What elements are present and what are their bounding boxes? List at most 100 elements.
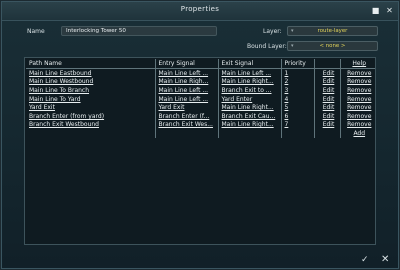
table-cell: Edit [314,111,341,121]
exit-signal-link[interactable]: Branch Exit Cau... [222,113,276,120]
table-row[interactable]: Branch Exit Westbound Branch Exit Wes... M… [26,120,375,130]
priority-link[interactable]: 1 [285,70,289,77]
table-cell: 4 [281,94,315,104]
table-cell: Remove [340,121,375,130]
table-row[interactable]: Main Line Westbound Main Line Righ... Main… [26,77,375,87]
edit-link[interactable]: Edit [323,78,335,85]
remove-link[interactable]: Remove [347,121,371,128]
edit-link[interactable]: Edit [323,87,335,94]
edit-link[interactable]: Edit [323,113,335,120]
table-cell: Main Line Left ... [218,68,282,78]
remove-link[interactable]: Remove [347,113,371,120]
priority-link[interactable]: 3 [285,87,289,94]
table-cell: Main Line Righ... [155,77,219,87]
table-row[interactable]: Main Line To Branch Main Line Left ... Bra… [26,86,375,95]
priority-link[interactable]: 5 [285,104,289,111]
path-name-link[interactable]: Main Line Westbound [29,78,93,85]
exit-signal-link[interactable]: Main Line Right... [222,104,274,111]
path-name-link[interactable]: Main Line Eastbound [29,70,91,77]
table-cell: 1 [281,68,315,78]
dropdown-arrow-icon: ▾ [291,28,294,34]
properties-dialog: Properties ■ ✕ Name Interlocking Tower 5… [1,1,399,269]
entry-signal-link[interactable]: Branch Exit Wes... [159,121,213,128]
entry-signal-link[interactable]: Main Line Left ... [159,70,209,77]
edit-link[interactable]: Edit [323,70,335,77]
priority-link[interactable]: 7 [285,121,289,128]
table-cell: Edit [314,86,341,95]
paths-table: Path Name Entry Signal Exit Signal Prior… [26,59,375,138]
table-cell: Branch Enter (f... [155,111,219,121]
add-link[interactable]: Add [353,130,365,137]
edit-link[interactable]: Edit [323,121,335,128]
window-title: Properties [180,5,220,13]
path-name-link[interactable]: Branch Enter (from yard) [29,113,104,120]
exit-signal-link[interactable]: Main Line Right... [222,121,274,128]
exit-signal-link[interactable]: Main Line Right... [222,78,274,85]
path-name-link[interactable]: Main Line To Branch [29,87,89,94]
table-cell [155,129,219,138]
entry-signal-link[interactable]: Main Line Righ... [159,78,209,85]
cancel-button[interactable]: ✕ [381,254,389,265]
exit-signal-link[interactable]: Main Line Left ... [222,70,272,77]
table-cell: Main Line To Branch [26,86,156,95]
remove-link[interactable]: Remove [347,104,371,111]
table-cell [218,129,282,138]
bound-layer-select[interactable]: ▾ < none > [287,41,378,51]
title-bar[interactable]: Properties ■ ✕ [2,2,398,21]
name-field[interactable]: Interlocking Tower 50 [61,26,217,36]
table-cell: Edit [314,103,341,112]
exit-signal-link[interactable]: Branch Exit to ... [222,87,272,94]
table-cell: Main Line Westbound [26,77,156,87]
layer-label: Layer: [263,28,282,35]
bound-layer-label: Bound Layer: [247,43,287,50]
remove-link[interactable]: Remove [347,78,371,85]
priority-link[interactable]: 2 [285,78,289,85]
ok-button[interactable]: ✓ [361,255,369,265]
table-cell: Branch Exit to ... [218,86,282,95]
table-cell: Main Line Right... [218,103,282,112]
path-name-link[interactable]: Yard Exit [29,104,55,111]
table-row[interactable]: Main Line Eastbound Main Line Left ... Mai… [26,68,375,78]
remove-link[interactable]: Remove [347,96,371,103]
help-link[interactable]: Help [340,59,375,69]
table-cell: Main Line Right... [218,77,282,87]
paths-table-container: Path Name Entry Signal Exit Signal Prior… [24,57,376,245]
priority-link[interactable]: 6 [285,113,289,120]
table-cell: 6 [281,111,315,121]
exit-signal-link[interactable]: Yard Enter [222,96,253,103]
table-row[interactable]: Branch Enter (from yard) Branch Enter (f.… [26,111,375,121]
table-row[interactable]: Main Line To Yard Main Line Left ... Yard … [26,94,375,104]
table-cell: Main Line Right... [218,120,282,130]
entry-signal-link[interactable]: Main Line Left ... [159,87,209,94]
table-row[interactable]: Yard Exit Yard Exit Main Line Right... 5 Edi… [26,103,375,112]
priority-link[interactable]: 4 [285,96,289,103]
table-header-row: Path Name Entry Signal Exit Signal Prior… [26,59,375,69]
edit-link[interactable]: Edit [323,96,335,103]
column-header-path-name: Path Name [26,59,156,69]
entry-signal-link[interactable]: Yard Exit [159,104,185,111]
column-header-entry-signal: Entry Signal [155,59,219,69]
table-cell: Edit [314,120,341,130]
add-row: Add [26,129,375,138]
table-cell: Main Line Left ... [155,94,219,104]
remove-link[interactable]: Remove [347,70,371,77]
table-cell: Remove [340,112,375,121]
dropdown-arrow-icon: ▾ [291,43,294,49]
table-cell [314,129,341,138]
entry-signal-link[interactable]: Main Line Left ... [159,96,209,103]
table-cell: Remove [340,69,375,78]
bound-layer-select-value: < none > [319,43,346,49]
path-name-link[interactable]: Branch Exit Westbound [29,121,99,128]
table-cell: 7 [281,120,315,130]
layer-select[interactable]: ▾ route-layer [287,26,378,36]
maximize-icon[interactable]: ■ [371,6,380,15]
help-link-label[interactable]: Help [352,60,366,67]
table-cell: Main Line To Yard [26,94,156,104]
edit-link[interactable]: Edit [323,104,335,111]
entry-signal-link[interactable]: Branch Enter (f... [159,113,210,120]
table-cell: 5 [281,103,315,112]
remove-link[interactable]: Remove [347,87,371,94]
path-name-link[interactable]: Main Line To Yard [29,96,81,103]
table-cell: Edit [314,94,341,104]
close-icon[interactable]: ✕ [385,6,394,15]
